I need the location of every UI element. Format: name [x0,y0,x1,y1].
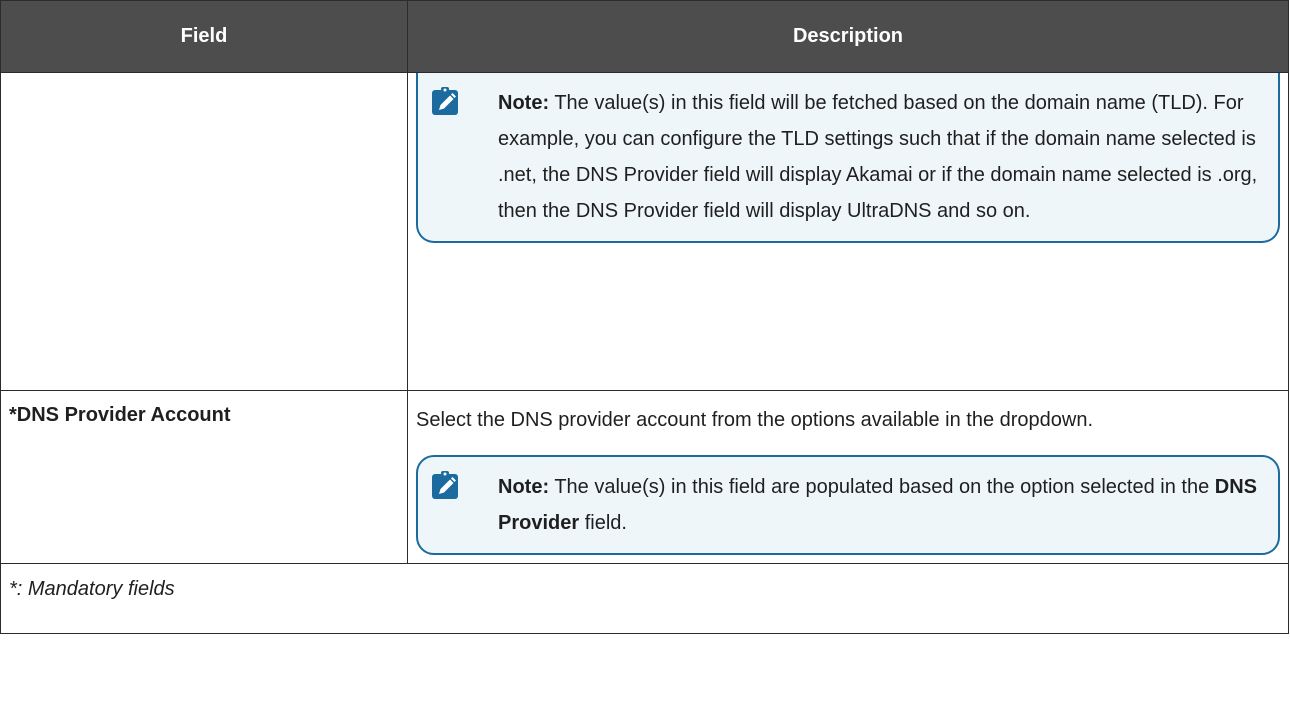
note-text: Note: The value(s) in this field will be… [498,85,1264,229]
description-cell: Select the DNS provider account from the… [407,390,1289,564]
field-cell-empty [0,72,408,391]
header-field: Field [0,0,408,73]
note-label: Note: [498,92,550,114]
note-box: Note: The value(s) in this field will be… [416,73,1280,243]
note-body: The value(s) in this field will be fetch… [498,92,1258,222]
header-description: Description [407,0,1289,73]
note-body-start: The value(s) in this field are populated… [554,476,1210,498]
footer-note: *: Mandatory fields [0,563,1289,634]
pencil-on-clipboard-icon [432,471,460,499]
note-label: Note: [498,476,550,498]
table-footer-row: *: Mandatory fields [0,563,1289,634]
description-text: Select the DNS provider account from the… [416,409,1094,431]
table-row: *DNS Provider Account Select the DNS pro… [0,390,1289,564]
fields-table: Field Description Note: The value(s) in … [0,0,1289,634]
table-row: Note: The value(s) in this field will be… [0,72,1289,391]
table-header-row: Field Description [0,0,1289,73]
note-box: Note: The value(s) in this field are pop… [416,455,1280,555]
description-cell: Note: The value(s) in this field will be… [407,72,1289,391]
pencil-on-clipboard-icon [432,87,460,115]
field-name: *DNS Provider Account [0,390,408,564]
note-body-end: field. [584,512,627,534]
note-text: Note: The value(s) in this field are pop… [498,469,1264,541]
